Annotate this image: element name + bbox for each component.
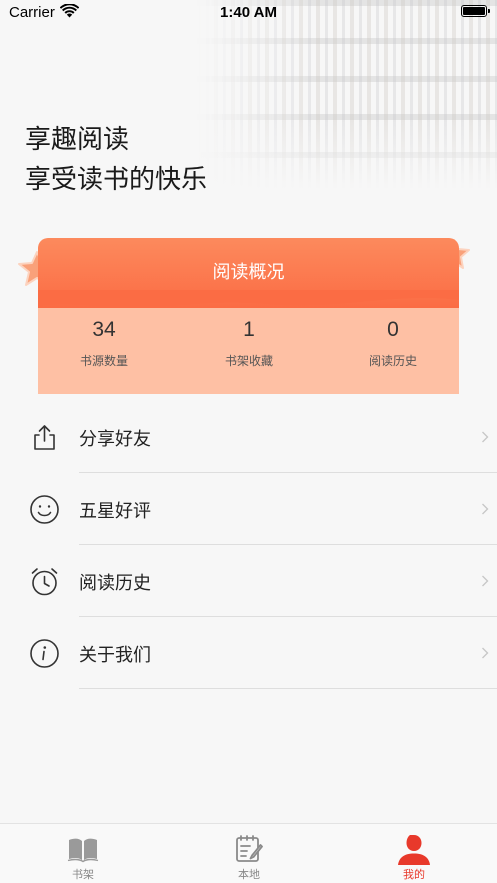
tab-label: 本地 [238,868,260,881]
tab-mine[interactable]: 我的 [331,824,497,883]
reading-overview-card: 阅读概况 34 书源数量 1 书架收藏 0 阅读历史 [38,238,459,394]
menu-item-label: 五星好评 [79,501,151,522]
chevron-right-icon [482,503,489,515]
settings-menu: 分享好友 五星好评 阅读历史 关于我们 [0,401,497,689]
tab-label: 书架 [72,868,94,881]
battery-icon [461,5,490,17]
card-title: 阅读概况 [212,262,285,283]
menu-item-five-star-rating[interactable]: 五星好评 [0,473,497,545]
slogan-line-2: 享受读书的快乐 [25,165,208,195]
stat-label: 书源数量 [79,354,128,368]
tab-local[interactable]: 本地 [166,824,332,883]
divider [79,688,497,689]
menu-item-label: 关于我们 [79,645,151,666]
share-icon [34,425,55,450]
tab-label: 我的 [403,868,425,881]
chevron-right-icon [482,431,489,443]
alarm-clock-icon [31,568,58,596]
chevron-right-icon [482,575,489,587]
user-icon [398,835,430,865]
menu-item-reading-history[interactable]: 阅读历史 [0,545,497,617]
menu-item-share-friends[interactable]: 分享好友 [0,401,497,473]
stat-value: 1 [243,318,255,341]
stat-label: 书架收藏 [224,354,273,368]
slogan-line-1: 享趣阅读 [25,125,130,155]
stat-bookshelf-favorites: 1 书架收藏 [179,318,319,369]
info-icon [30,639,59,668]
stat-value: 0 [387,318,399,341]
tab-bookshelf[interactable]: 书架 [0,824,166,883]
menu-item-about-us[interactable]: 关于我们 [0,617,497,689]
stat-reading-history: 0 阅读历史 [323,318,459,369]
open-book-icon [67,838,99,863]
menu-item-label: 阅读历史 [79,573,151,594]
chevron-right-icon [482,647,489,659]
tab-bar: 书架 本地 我的 [0,823,497,883]
slogan: 享趣阅读 享受读书的快乐 [25,120,207,200]
status-bar: Carrier 1:40 AM [0,0,497,26]
smiley-icon [30,495,59,524]
stat-book-sources: 34 书源数量 [38,318,174,369]
bookshelf-background-image [197,0,497,190]
clock: 1:40 AM [220,4,277,21]
menu-item-label: 分享好友 [79,429,151,450]
stat-value: 34 [92,318,116,341]
card-wave-decoration [38,290,459,308]
notepad-edit-icon [236,835,263,862]
stat-label: 阅读历史 [368,354,417,368]
